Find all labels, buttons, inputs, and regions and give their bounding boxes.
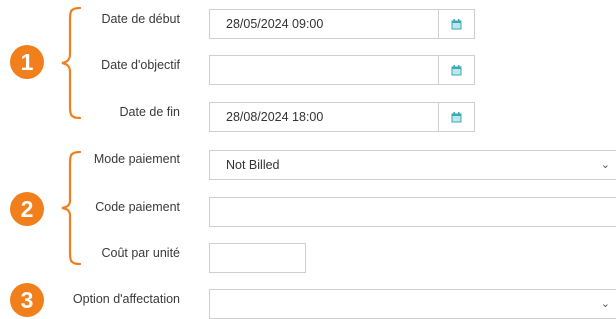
calendar-icon	[451, 111, 462, 122]
unit-cost-label: Coût par unité	[101, 246, 180, 260]
brace-group-2	[61, 150, 82, 266]
assignment-option-select[interactable]: ⌄	[209, 289, 616, 319]
payment-mode-label: Mode paiement	[93, 152, 180, 166]
chevron-down-icon: ⌄	[600, 298, 610, 310]
payment-code-input[interactable]	[209, 197, 616, 227]
assignment-option-label: Option d'affectation	[72, 292, 180, 306]
step-badge-1: 1	[10, 45, 44, 79]
unit-cost-input[interactable]	[209, 243, 306, 273]
calendar-icon	[451, 64, 462, 75]
chevron-down-icon: ⌄	[600, 159, 610, 171]
payment-mode-value: Not Billed	[226, 158, 280, 172]
end-date-calendar-button[interactable]	[438, 103, 474, 131]
end-date-label: Date de fin	[119, 105, 180, 119]
step-badge-1-number: 1	[20, 48, 34, 75]
start-date-calendar-button[interactable]	[438, 10, 474, 38]
goal-date-label: Date d'objectif	[101, 58, 180, 72]
payment-code-label: Code paiement	[95, 200, 180, 214]
payment-mode-select[interactable]: Not Billed ⌄	[209, 150, 616, 180]
start-date-field[interactable]: 28/05/2024 09:00	[209, 9, 475, 39]
start-date-label: Date de début	[101, 12, 180, 26]
brace-group-1	[61, 6, 82, 120]
end-date-value: 28/08/2024 18:00	[226, 110, 324, 124]
step-badge-2: 2	[10, 192, 44, 226]
goal-date-field[interactable]	[209, 55, 475, 85]
step-badge-2-number: 2	[20, 195, 34, 222]
end-date-field[interactable]: 28/08/2024 18:00	[209, 102, 475, 132]
start-date-value: 28/05/2024 09:00	[226, 17, 324, 31]
step-badge-3: 3	[10, 283, 44, 317]
step-badge-3-number: 3	[20, 286, 34, 313]
goal-date-calendar-button[interactable]	[438, 56, 474, 84]
calendar-icon	[451, 18, 462, 29]
